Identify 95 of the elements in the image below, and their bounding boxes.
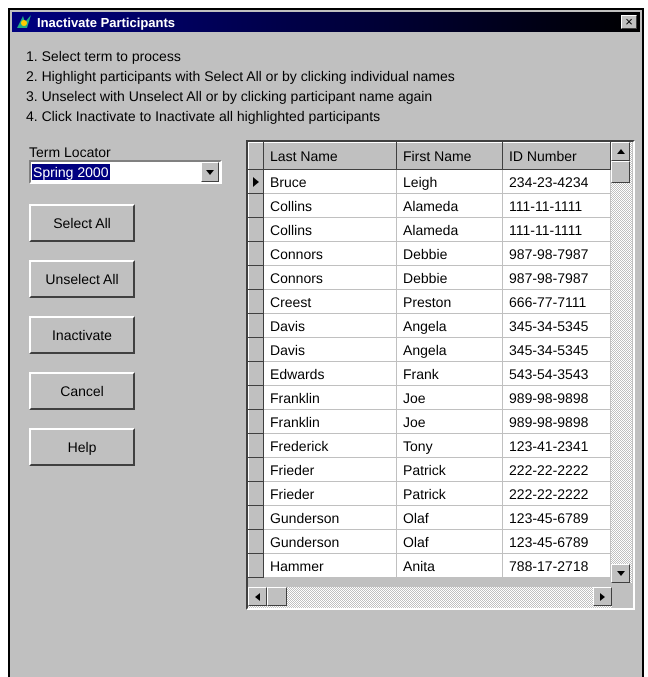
table-cell: 123-41-2341 — [502, 434, 610, 458]
table-cell: 222-22-2222 — [502, 482, 610, 506]
action-button[interactable]: Help — [29, 428, 135, 466]
column-header[interactable]: ID Number — [502, 142, 610, 170]
instruction-text: 1. Select term to process — [26, 47, 182, 66]
table-cell: Olaf — [396, 506, 502, 530]
row-indicator[interactable] — [248, 506, 264, 530]
up-arrow-icon — [616, 149, 624, 154]
scroll-thumb[interactable] — [611, 161, 630, 183]
table-cell: 345-34-5345 — [502, 314, 610, 338]
right-arrow-icon — [600, 592, 605, 600]
table-cell: Leigh — [396, 170, 502, 194]
table-cell: Frieder — [264, 482, 396, 506]
table-cell: 123-45-6789 — [502, 530, 610, 554]
row-indicator[interactable] — [248, 386, 264, 410]
table-cell: Gunderson — [264, 530, 396, 554]
row-indicator[interactable] — [248, 434, 264, 458]
horizontal-scrollbar[interactable] — [248, 587, 612, 608]
column-header[interactable]: First Name — [396, 142, 502, 170]
table-cell: Connors — [264, 242, 396, 266]
table-cell: Frank — [396, 362, 502, 386]
row-indicator[interactable] — [248, 530, 264, 554]
down-arrow-icon — [206, 170, 214, 174]
table-cell: 666-77-7111 — [502, 290, 610, 314]
table-cell: Debbie — [396, 266, 502, 290]
table-cell: Joe — [396, 410, 502, 434]
instruction-text: 2. Highlight participants with Select All or by clicking individual names — [26, 67, 456, 86]
table-cell: Davis — [264, 338, 396, 362]
table-cell: 987-98-7987 — [502, 242, 610, 266]
row-indicator[interactable] — [248, 314, 264, 338]
table-cell: Collins — [264, 218, 396, 242]
table-cell: Franklin — [264, 410, 396, 434]
scroll-thumb[interactable] — [267, 587, 287, 606]
table-cell: Alameda — [396, 218, 502, 242]
table-cell: Preston — [396, 290, 502, 314]
table-cell: 989-98-9898 — [502, 386, 610, 410]
table-cell: 543-54-3543 — [502, 362, 610, 386]
table-cell: Connors — [264, 266, 396, 290]
table-cell: Frieder — [264, 458, 396, 482]
row-indicator[interactable] — [248, 338, 264, 362]
table-cell: Edwards — [264, 362, 396, 386]
table-cell: Olaf — [396, 530, 502, 554]
current-row-icon — [253, 176, 259, 186]
table-cell: Angela — [396, 314, 502, 338]
table-cell: Creest — [264, 290, 396, 314]
left-arrow-icon — [255, 592, 260, 600]
row-indicator[interactable] — [248, 362, 264, 386]
row-indicator[interactable] — [248, 458, 264, 482]
term-locator-label: Term Locator — [29, 144, 112, 160]
table-cell: Anita — [396, 554, 502, 578]
table-cell: Alameda — [396, 194, 502, 218]
row-indicator[interactable] — [248, 410, 264, 434]
vertical-scrollbar[interactable] — [611, 142, 632, 583]
table-cell: Tony — [396, 434, 502, 458]
table-cell: 222-22-2222 — [502, 458, 610, 482]
row-indicator[interactable] — [248, 194, 264, 218]
row-indicator[interactable] — [248, 170, 264, 194]
close-button[interactable]: × — [621, 15, 637, 29]
row-indicator[interactable] — [248, 482, 264, 506]
table-cell: Gunderson — [264, 506, 396, 530]
table-cell: Davis — [264, 314, 396, 338]
table-cell: Angela — [396, 338, 502, 362]
table-cell: 989-98-9898 — [502, 410, 610, 434]
row-indicator[interactable] — [248, 218, 264, 242]
down-arrow-icon — [616, 571, 624, 576]
table-cell: 123-45-6789 — [502, 506, 610, 530]
table-cell: 987-98-7987 — [502, 266, 610, 290]
table-cell: Bruce — [264, 170, 396, 194]
action-button[interactable]: Inactivate — [29, 316, 135, 354]
window-title: Inactivate Participants — [37, 14, 176, 30]
action-button[interactable]: Unselect All — [29, 260, 135, 298]
table-cell: Collins — [264, 194, 396, 218]
table-cell: Hammer — [264, 554, 396, 578]
table-cell: 111-11-1111 — [502, 194, 610, 218]
table-cell: Frederick — [264, 434, 396, 458]
table-cell: 788-17-2718 — [502, 554, 610, 578]
row-indicator[interactable] — [248, 242, 264, 266]
row-indicator[interactable] — [248, 554, 264, 578]
app-icon — [15, 14, 33, 30]
row-indicator[interactable] — [248, 290, 264, 314]
table-cell: 234-23-4234 — [502, 170, 610, 194]
instruction-text: 3. Unselect with Unselect All or by clicking participant name again — [26, 87, 434, 106]
table-cell: Joe — [396, 386, 502, 410]
table-cell: Debbie — [396, 242, 502, 266]
table-cell: Patrick — [396, 458, 502, 482]
table-cell: Franklin — [264, 386, 396, 410]
table-cell: 345-34-5345 — [502, 338, 610, 362]
instruction-text: 4. Click Inactivate to Inactivate all highlighted participants — [26, 107, 382, 126]
row-indicator[interactable] — [248, 266, 264, 290]
table-cell: Patrick — [396, 482, 502, 506]
column-header[interactable]: Last Name — [264, 142, 396, 170]
action-button[interactable]: Cancel — [29, 372, 135, 410]
action-button[interactable]: Select All — [29, 204, 135, 242]
term-locator-dropdown[interactable]: Spring 2000 — [29, 160, 222, 184]
table-cell: 111-11-1111 — [502, 218, 610, 242]
